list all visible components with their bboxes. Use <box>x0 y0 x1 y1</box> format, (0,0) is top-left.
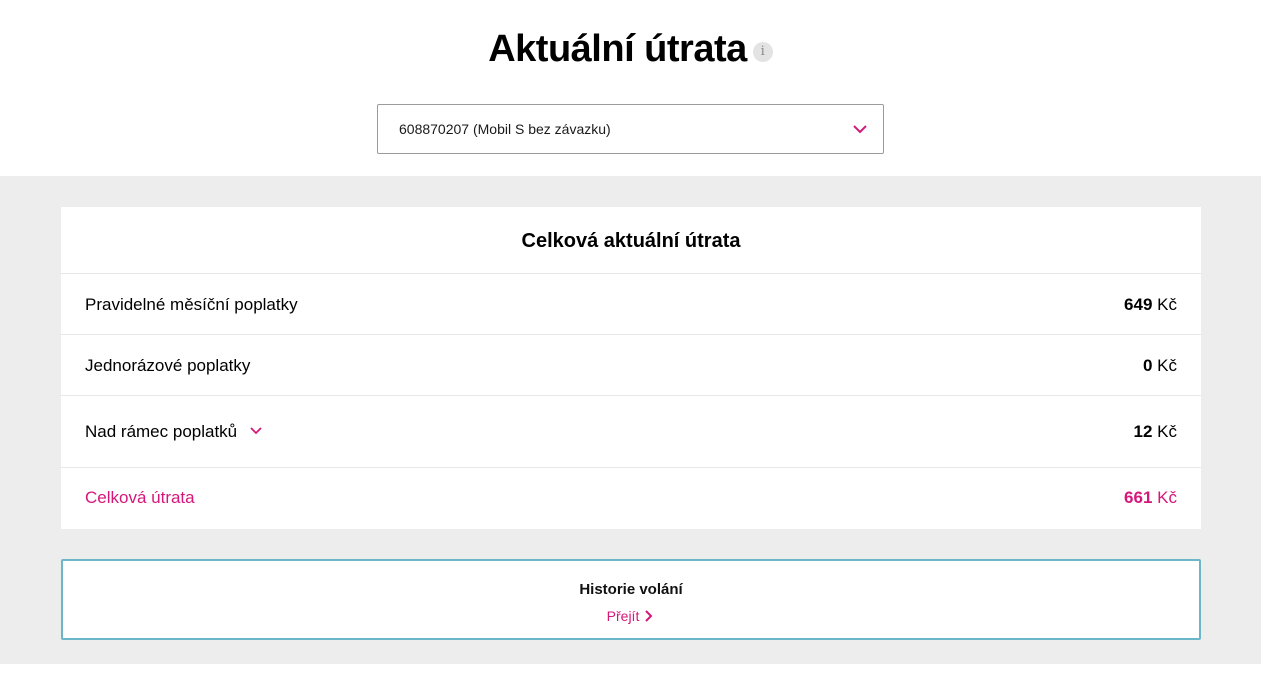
row-total-spending: Celková útrata 661 Kč <box>61 468 1201 529</box>
row-amount: 649 Kč <box>1124 295 1177 315</box>
chevron-right-icon <box>645 610 653 623</box>
amount-value: 649 <box>1124 295 1153 314</box>
row-extra-fees: Nad rámec poplatků 12 Kč <box>61 396 1201 468</box>
link-label: Přejít <box>606 608 640 624</box>
info-icon[interactable]: i <box>752 41 773 62</box>
row-amount: 12 Kč <box>1134 422 1178 442</box>
row-label: Jednorázové poplatky <box>85 356 251 375</box>
call-history-link[interactable]: Přejít <box>63 608 1199 624</box>
currency: Kč <box>1157 295 1177 314</box>
card-title: Celková aktuální útrata <box>61 207 1201 274</box>
row-one-time-fees: Jednorázové poplatky 0 Kč <box>61 335 1201 396</box>
row-label: Pravidelné měsíční poplatky <box>85 295 298 314</box>
row-amount: 0 Kč <box>1143 356 1177 376</box>
selected-phone-number: 608870207 (Mobil S bez závazku) <box>399 121 611 137</box>
row-label: Nad rámec poplatků <box>85 422 238 441</box>
amount-value: 12 <box>1133 422 1153 441</box>
chevron-down-icon <box>853 125 867 134</box>
row-label: Celková útrata <box>85 488 195 507</box>
currency: Kč <box>1157 422 1177 441</box>
page-title: Aktuální útrata <box>488 28 747 70</box>
row-monthly-fees: Pravidelné měsíční poplatky 649 Kč <box>61 274 1201 335</box>
currency: Kč <box>1157 356 1177 375</box>
extra-fees-toggle[interactable]: Nad rámec poplatků <box>85 422 263 442</box>
amount-value: 661 <box>1124 488 1153 507</box>
amount-value: 0 <box>1142 356 1153 375</box>
phone-number-select[interactable]: 608870207 (Mobil S bez závazku) <box>377 104 884 154</box>
page-header: Aktuální útrata i <box>0 28 1261 71</box>
chevron-down-icon <box>250 426 262 434</box>
call-history-title: Historie volání <box>579 581 683 598</box>
spending-summary-card: Celková aktuální útrata Pravidelné měsíč… <box>61 207 1201 529</box>
row-amount: 661 Kč <box>1124 488 1177 508</box>
call-history-card[interactable]: Historie volání Přejít <box>61 559 1201 640</box>
currency: Kč <box>1157 488 1177 507</box>
